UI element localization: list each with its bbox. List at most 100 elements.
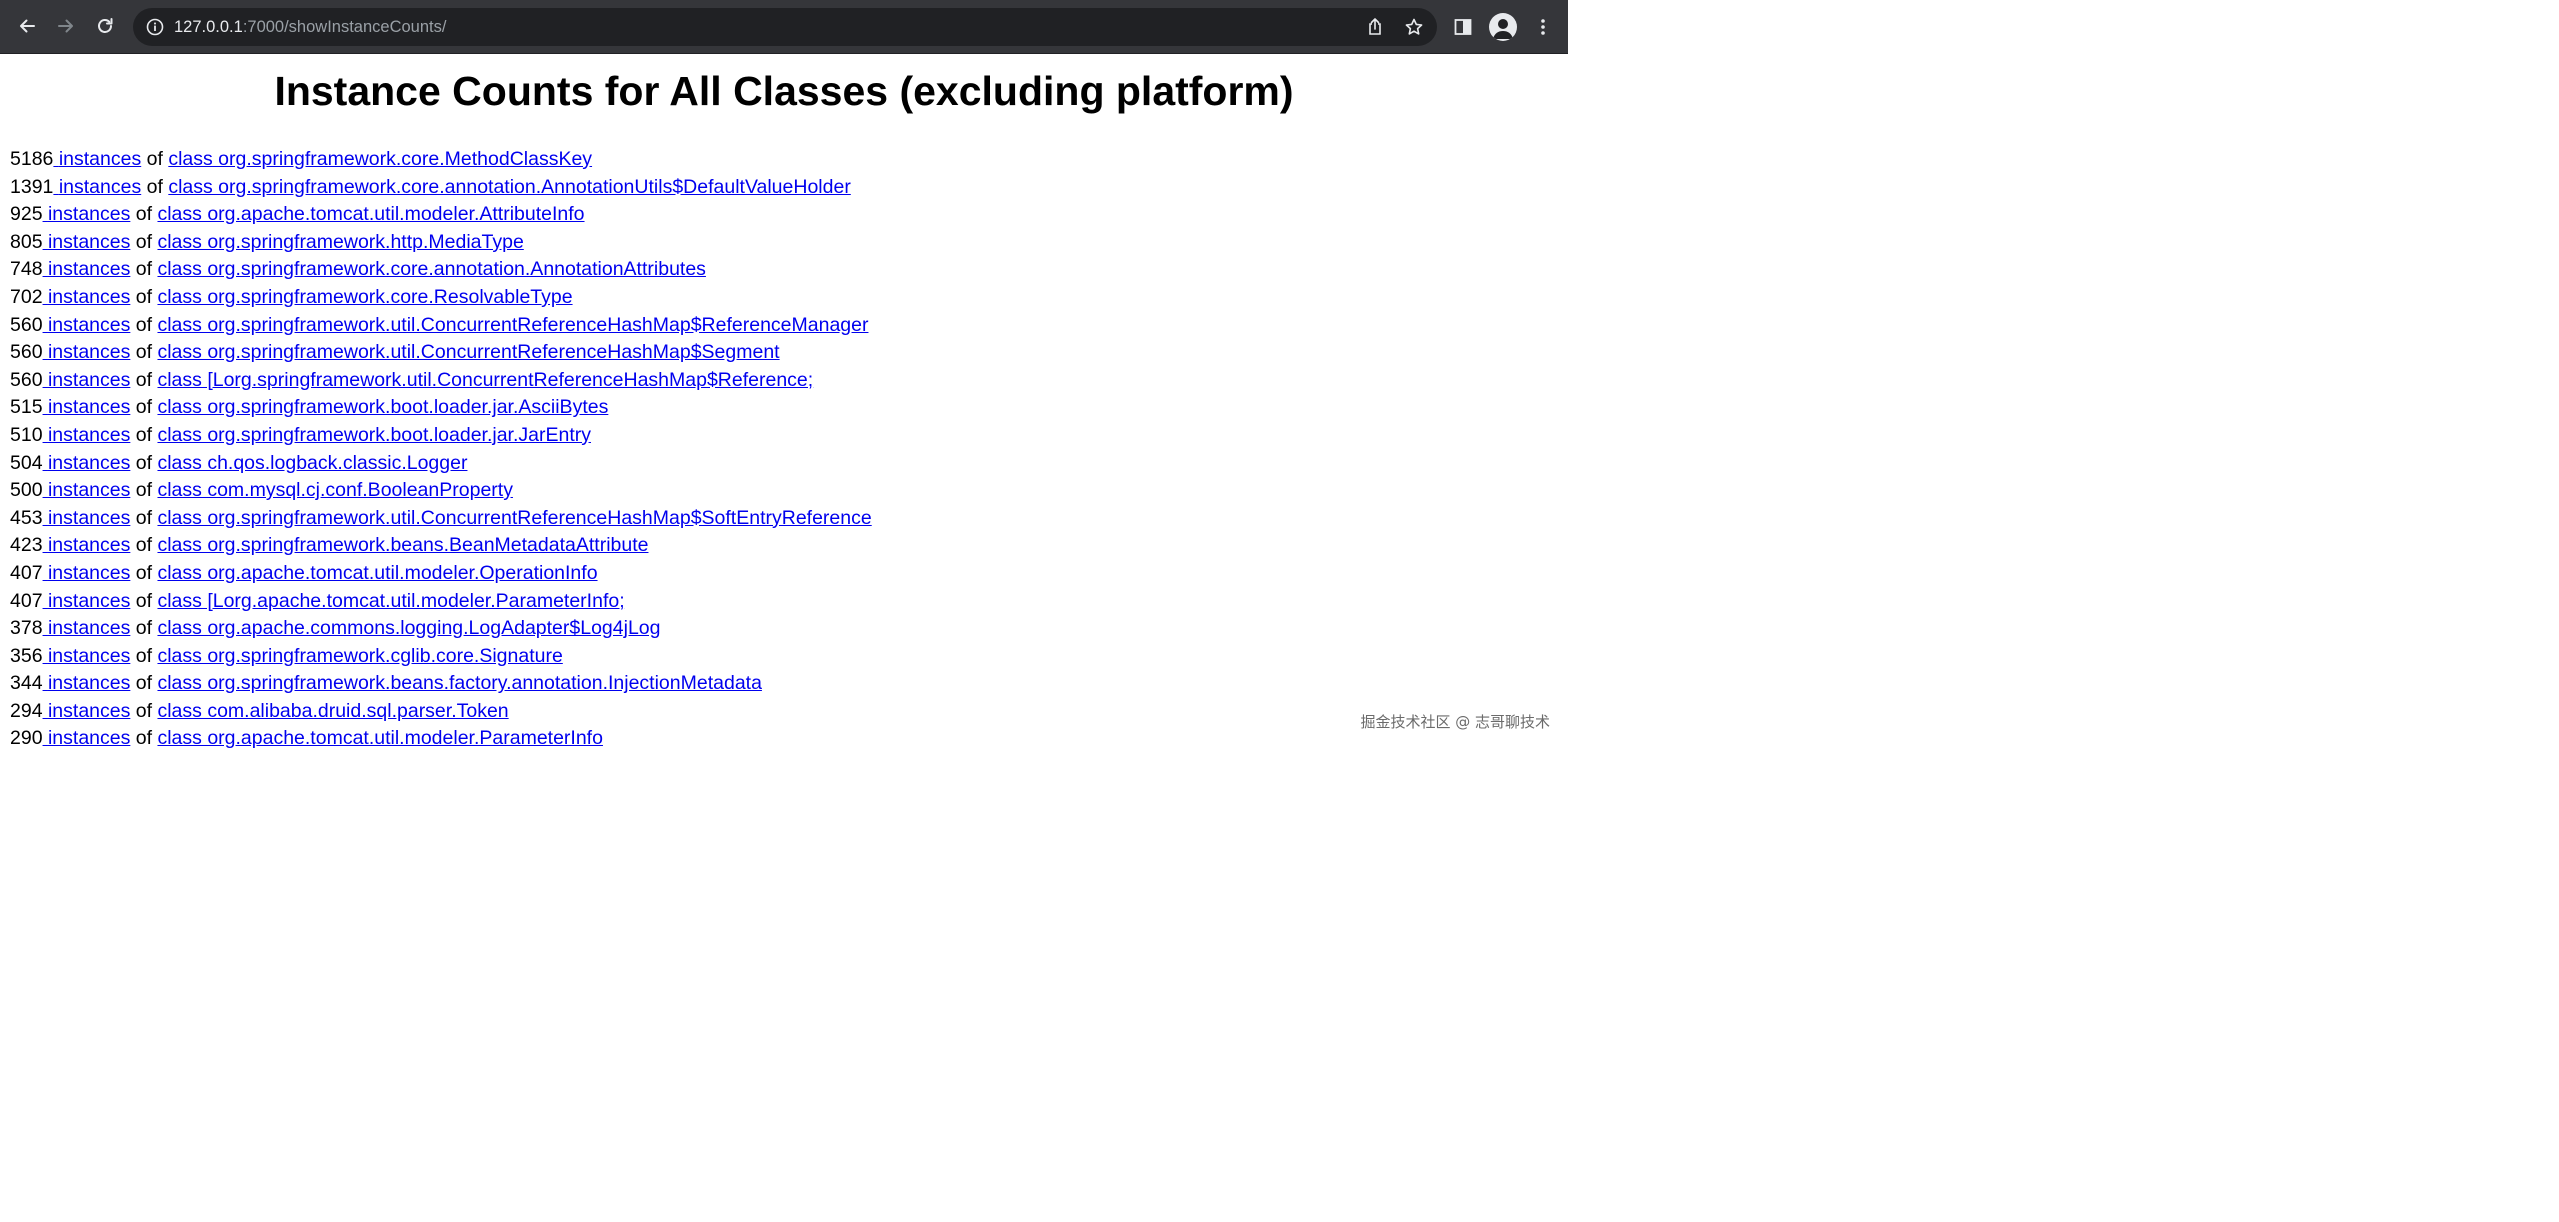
instances-link[interactable]: instances [43, 534, 131, 557]
instances-link[interactable]: instances [43, 231, 130, 253]
menu-button[interactable] [1531, 15, 1555, 39]
instances-link[interactable]: instances [43, 672, 131, 695]
instances-link-label: instances [47, 672, 131, 695]
instances-link-label: instances [47, 285, 131, 308]
class-link[interactable]: class org.springframework.boot.loader.ja… [157, 424, 591, 446]
of-label: of [135, 230, 153, 253]
list-item: 560 instances of class org.springframewo… [10, 312, 872, 340]
of-label: of [135, 672, 153, 695]
star-icon[interactable] [1404, 17, 1424, 37]
class-link[interactable]: class org.springframework.boot.loader.ja… [157, 396, 608, 418]
class-link[interactable]: class org.springframework.core.MethodCla… [168, 148, 592, 170]
instances-link-label: instances [47, 561, 131, 584]
instance-count: 702 [10, 285, 43, 308]
instance-count: 407 [10, 561, 43, 584]
instances-link[interactable]: instances [43, 396, 131, 419]
class-link[interactable]: class org.springframework.core.annotatio… [157, 258, 705, 280]
instance-count: 344 [10, 672, 43, 695]
list-item: 510 instances of class org.springframewo… [10, 422, 872, 450]
instances-link-label: instances [47, 589, 131, 612]
class-link[interactable]: class org.springframework.beans.BeanMeta… [157, 534, 648, 556]
class-link[interactable]: class org.apache.commons.logging.LogAdap… [157, 617, 660, 639]
of-label: of [135, 423, 153, 446]
of-label: of [135, 506, 153, 529]
class-link[interactable]: class [Lorg.springframework.util.Concurr… [157, 369, 813, 391]
class-link[interactable]: class org.springframework.beans.factory.… [157, 672, 761, 694]
watermark: 掘金技术社区 @ 志哥聊技术 [1360, 713, 1550, 731]
instances-link[interactable]: instances [43, 285, 131, 308]
instances-link[interactable]: instances [43, 589, 131, 612]
instances-link-label: instances [47, 534, 131, 557]
class-link[interactable]: class org.apache.tomcat.util.modeler.Ope… [157, 562, 597, 584]
instances-link-label: instances [47, 423, 131, 446]
class-link[interactable]: class org.springframework.util.Concurren… [157, 507, 871, 529]
instances-link[interactable]: instances [43, 258, 130, 280]
instances-link-label: instances [47, 396, 131, 419]
of-label: of [135, 534, 153, 557]
profile-avatar[interactable] [1489, 13, 1517, 41]
url-text[interactable]: 127.0.0.1:7000/showInstanceCounts/ [174, 17, 446, 37]
instances-link[interactable]: instances [43, 617, 131, 640]
info-icon[interactable] [145, 17, 165, 37]
list-item: 453 instances of class org.springframewo… [10, 505, 872, 533]
list-item: 515 instances of class org.springframewo… [10, 394, 872, 422]
instances-link[interactable]: instances [43, 727, 131, 750]
share-icon[interactable] [1365, 17, 1385, 37]
class-link[interactable]: class org.springframework.util.Concurren… [157, 314, 868, 336]
of-label: of [135, 203, 153, 226]
instances-link[interactable]: instances [43, 479, 131, 502]
list-item: 407 instances of class [Lorg.apache.tomc… [10, 588, 872, 616]
instances-link[interactable]: instances [43, 314, 130, 336]
class-link[interactable]: class org.apache.tomcat.util.modeler.Att… [157, 203, 584, 225]
reload-button[interactable] [90, 11, 120, 41]
list-item: 5186 instances of class org.springframew… [10, 146, 872, 174]
class-link[interactable]: class org.springframework.cglib.core.Sig… [157, 645, 562, 667]
list-item: 504 instances of class ch.qos.logback.cl… [10, 450, 872, 478]
back-button[interactable] [12, 11, 42, 41]
instances-link[interactable]: instances [43, 369, 130, 391]
list-item: 702 instances of class org.springframewo… [10, 284, 872, 312]
forward-button[interactable] [51, 11, 81, 41]
class-link[interactable]: class org.springframework.util.Concurren… [157, 341, 779, 363]
list-item: 290 instances of class org.apache.tomcat… [10, 725, 872, 753]
list-item: 500 instances of class com.mysql.cj.conf… [10, 477, 872, 505]
instance-count: 515 [10, 396, 43, 419]
instances-link-label: instances [47, 617, 131, 640]
instances-link[interactable]: instances [43, 645, 130, 667]
arrow-left-icon [20, 19, 35, 33]
instances-link[interactable]: instances [43, 452, 130, 474]
class-link[interactable]: class org.apache.tomcat.util.modeler.Par… [157, 727, 602, 749]
class-link[interactable]: class com.mysql.cj.conf.BooleanProperty [157, 479, 512, 501]
side-panel-button[interactable] [1451, 15, 1475, 39]
instances-link[interactable]: instances [43, 203, 130, 225]
class-link[interactable]: class org.springframework.core.Resolvabl… [157, 286, 572, 308]
instances-link[interactable]: instances [53, 148, 141, 170]
class-link[interactable]: class org.springframework.core.annotatio… [168, 176, 851, 198]
class-link[interactable]: class com.alibaba.druid.sql.parser.Token [157, 700, 508, 722]
class-link[interactable]: class ch.qos.logback.classic.Logger [157, 452, 467, 474]
instances-link[interactable]: instances [43, 341, 130, 363]
of-label: of [135, 313, 153, 336]
instances-link[interactable]: instances [43, 423, 131, 446]
instances-link-label: instances [58, 148, 142, 170]
list-item: 378 instances of class org.apache.common… [10, 615, 872, 643]
person-icon [1493, 19, 1513, 39]
instances-link-label: instances [47, 727, 131, 750]
instance-count: 356 [10, 644, 43, 667]
instances-link[interactable]: instances [43, 700, 130, 722]
instances-link-label: instances [47, 479, 131, 502]
instances-link[interactable]: instances [53, 176, 141, 198]
instances-link[interactable]: instances [43, 507, 130, 529]
class-link[interactable]: class [Lorg.apache.tomcat.util.modeler.P… [157, 590, 624, 612]
class-link[interactable]: class org.springframework.http.MediaType [157, 231, 523, 253]
list-item: 344 instances of class org.springframewo… [10, 670, 872, 698]
of-label: of [146, 148, 163, 170]
of-label: of [135, 727, 153, 750]
of-label: of [135, 589, 153, 612]
list-item: 748 instances of class org.springframewo… [10, 256, 872, 284]
instance-count-list: 5186 instances of class org.springframew… [10, 146, 872, 753]
instances-link[interactable]: instances [43, 561, 131, 584]
url-host: 127.0.0.1 [174, 18, 243, 36]
address-bar[interactable]: 127.0.0.1:7000/showInstanceCounts/ [133, 8, 1437, 46]
of-label: of [135, 341, 153, 364]
